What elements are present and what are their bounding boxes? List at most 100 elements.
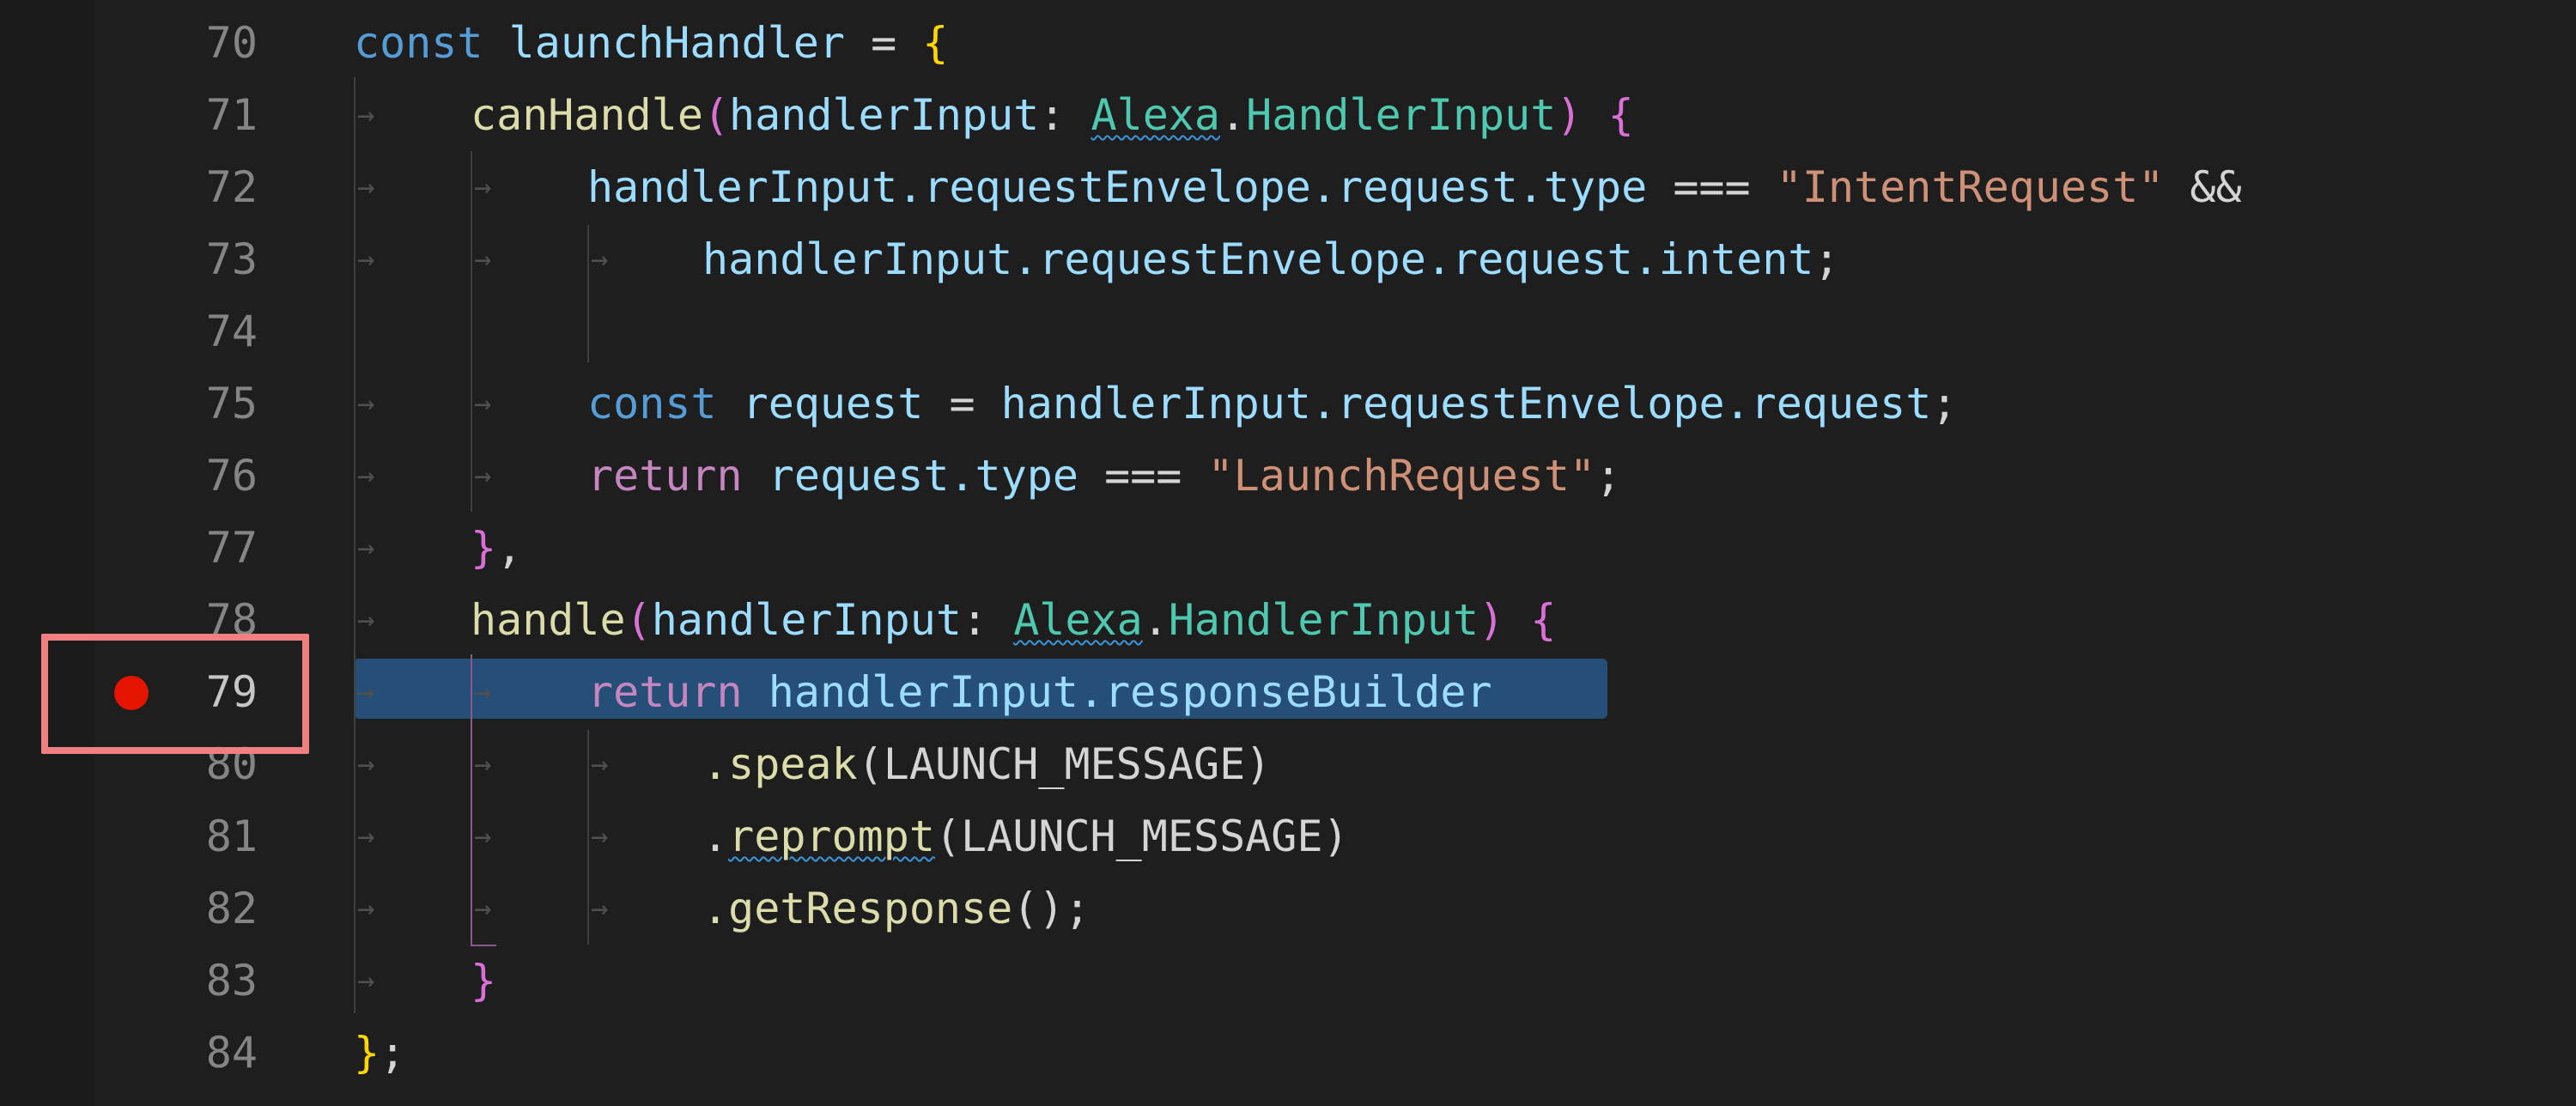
line-number[interactable]: 70 xyxy=(94,7,258,79)
token: "LaunchRequest" xyxy=(1207,451,1596,501)
token: .speak xyxy=(702,739,858,789)
code-line[interactable]: 76 return request.type === "LaunchReques… xyxy=(0,440,2576,512)
tab-arrow-icon: → xyxy=(357,819,375,854)
tab-arrow-icon: → xyxy=(474,242,492,276)
line-number[interactable]: 72 xyxy=(94,151,258,223)
code-line-breakpoint[interactable]: 79 return handlerInput.responseBuilder xyxy=(0,656,2576,728)
token: } xyxy=(471,523,497,573)
line-number[interactable]: 74 xyxy=(94,295,258,368)
token: handle xyxy=(471,595,626,645)
token: , xyxy=(496,523,523,573)
token: === xyxy=(1673,162,1751,212)
tab-arrow-icon: → xyxy=(474,819,492,854)
tab-arrow-icon: → xyxy=(357,603,375,637)
tab-arrow-icon: → xyxy=(474,891,492,926)
line-number[interactable]: 81 xyxy=(94,800,258,872)
token: Alexa xyxy=(1013,595,1143,645)
breakpoint-highlight-box xyxy=(41,634,309,754)
token: LAUNCH_MESSAGE xyxy=(961,811,1323,861)
token: { xyxy=(1530,595,1557,645)
token: ) xyxy=(1479,595,1505,645)
code-line[interactable]: 80 .speak(LAUNCH_MESSAGE) xyxy=(0,728,2576,800)
token: ; xyxy=(1814,234,1840,284)
token: { xyxy=(922,18,949,68)
code-line[interactable]: 81 .reprompt(LAUNCH_MESSAGE) xyxy=(0,800,2576,872)
code-editor[interactable]: 70 const launchHandler = { 71 canHandle(… xyxy=(0,0,2576,1106)
code-line[interactable]: 73 handlerInput.requestEnvelope.request.… xyxy=(0,223,2576,295)
line-content[interactable]: }; xyxy=(354,1017,405,1089)
line-number[interactable]: 82 xyxy=(94,872,258,945)
token: request.type xyxy=(768,451,1078,501)
token: ( xyxy=(857,739,884,789)
line-number[interactable]: 83 xyxy=(94,945,258,1017)
token: LAUNCH_MESSAGE xyxy=(883,739,1246,789)
token: handlerInput xyxy=(729,90,1040,140)
token: return xyxy=(587,451,743,501)
line-content[interactable]: } xyxy=(471,945,496,1017)
code-line[interactable]: 82 .getResponse(); xyxy=(0,872,2576,945)
token: ; xyxy=(380,1028,406,1078)
token: ; xyxy=(1931,379,1958,428)
token: = xyxy=(949,379,975,428)
line-number[interactable]: 75 xyxy=(94,368,258,440)
token: HandlerInput xyxy=(1246,90,1557,140)
token: } xyxy=(354,1028,380,1078)
line-content[interactable]: handle(handlerInput: Alexa.HandlerInput)… xyxy=(471,584,1556,656)
token: request xyxy=(742,379,924,428)
code-line[interactable]: 75 const request = handlerInput.requestE… xyxy=(0,368,2576,440)
line-number[interactable]: 77 xyxy=(94,512,258,584)
line-content[interactable]: canHandle(handlerInput: Alexa.HandlerInp… xyxy=(471,79,1634,151)
line-number[interactable]: 84 xyxy=(94,1017,258,1089)
code-line[interactable]: 77 }, xyxy=(0,512,2576,584)
line-number[interactable]: 76 xyxy=(94,440,258,512)
line-content[interactable]: handlerInput.requestEnvelope.request.int… xyxy=(702,223,1840,295)
token: return xyxy=(587,667,743,717)
tab-arrow-icon: → xyxy=(357,459,375,493)
token: === xyxy=(1104,451,1182,501)
token: ) xyxy=(1322,811,1349,861)
token: reprompt xyxy=(728,811,935,861)
token: HandlerInput xyxy=(1168,595,1479,645)
line-content[interactable]: }, xyxy=(471,512,522,584)
token: ) xyxy=(1556,90,1583,140)
token: const xyxy=(587,379,717,428)
token: .getResponse xyxy=(702,884,1013,933)
token: . xyxy=(1220,90,1247,140)
token: = xyxy=(871,18,897,68)
token: canHandle xyxy=(471,90,703,140)
line-content[interactable]: handlerInput.requestEnvelope.request.typ… xyxy=(587,151,2242,223)
code-line[interactable]: 71 canHandle(handlerInput: Alexa.Handler… xyxy=(0,79,2576,151)
token: ; xyxy=(1595,451,1622,501)
line-content[interactable]: return handlerInput.responseBuilder xyxy=(587,656,1492,728)
line-content[interactable]: return request.type === "LaunchRequest"; xyxy=(587,440,1621,512)
token: . xyxy=(1142,595,1169,645)
code-line[interactable]: 72 handlerInput.requestEnvelope.request.… xyxy=(0,151,2576,223)
tab-arrow-icon: → xyxy=(474,459,492,493)
code-line[interactable]: 74 xyxy=(0,295,2576,368)
tab-arrow-icon: → xyxy=(357,963,375,998)
line-content[interactable]: const request = handlerInput.requestEnve… xyxy=(587,368,1957,440)
token: () xyxy=(1012,884,1065,933)
code-line[interactable]: 84 }; xyxy=(0,1017,2576,1089)
token: "IntentRequest" xyxy=(1776,162,2165,212)
token: ( xyxy=(625,595,652,645)
token: ( xyxy=(934,811,962,861)
tab-arrow-icon: → xyxy=(357,170,375,204)
code-line[interactable]: 70 const launchHandler = { xyxy=(0,7,2576,79)
code-line[interactable]: 83 } xyxy=(0,945,2576,1017)
token: Alexa xyxy=(1091,90,1221,140)
token: && xyxy=(2190,162,2242,212)
code-line[interactable]: 78 handle(handlerInput: Alexa.HandlerInp… xyxy=(0,584,2576,656)
token: : xyxy=(1039,90,1066,140)
line-content[interactable]: const launchHandler = { xyxy=(354,7,948,79)
token: ; xyxy=(1064,884,1091,933)
line-content[interactable]: .reprompt(LAUNCH_MESSAGE) xyxy=(702,800,1349,872)
token: handlerInput.requestEnvelope.request.typ… xyxy=(587,162,1648,212)
line-content[interactable]: .speak(LAUNCH_MESSAGE) xyxy=(702,728,1271,800)
line-number[interactable]: 73 xyxy=(94,223,258,295)
tab-arrow-icon: → xyxy=(474,675,492,709)
line-content[interactable]: .getResponse(); xyxy=(702,872,1091,945)
line-number[interactable]: 71 xyxy=(94,79,258,151)
tab-arrow-icon: → xyxy=(357,386,375,421)
token: handlerInput xyxy=(651,595,962,645)
